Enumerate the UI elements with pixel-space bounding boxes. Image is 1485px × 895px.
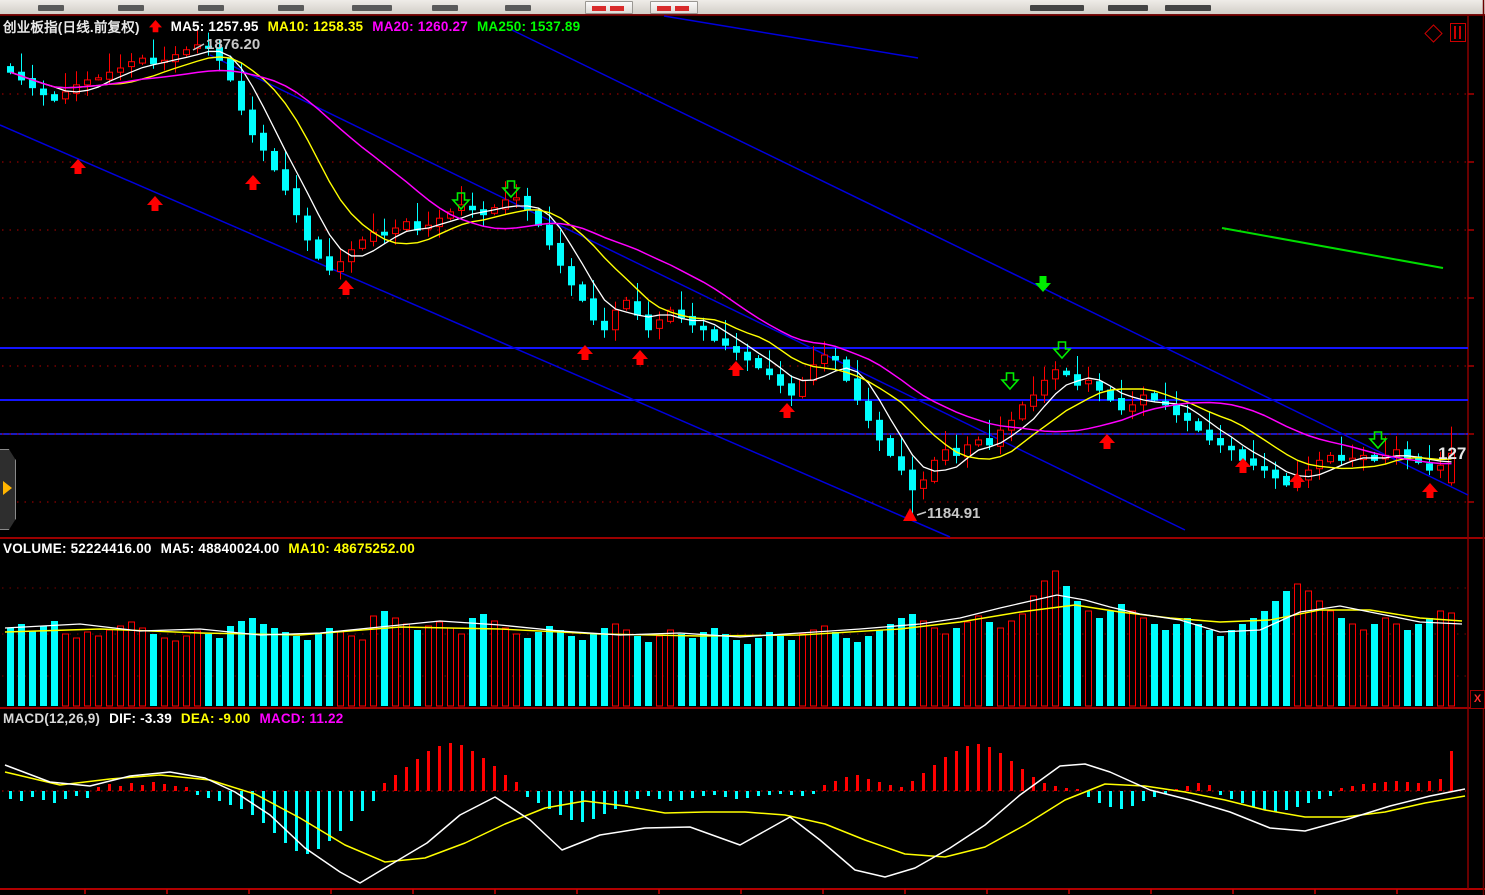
expand-arrow-icon [3,481,12,495]
chart-title: 创业板指(日线.前复权) [3,16,140,36]
macd-legend: MACD(12,26,9) DIF: -3.39 DEA: -9.00 MACD: 1… [3,711,352,726]
volume-header: VOLUME: 52224416.00 MA5: 48840024.00 MA10:… [3,541,424,556]
buy-signal-arrow [779,403,795,418]
trading-app-window: { "main_chart": { "title": "创业板指(日线.前复权)… [0,0,1485,895]
buy-signal-arrow [1235,458,1251,473]
sell-signal-arrow [1054,342,1070,358]
legend-item: MA10: 48675252.00 [288,541,415,556]
legend-item: MA5: 48840024.00 [161,541,280,556]
last-price-label: 127 [1438,444,1469,464]
legend-item: MACD(12,26,9) [3,711,100,726]
buy-signal-arrow [147,196,163,211]
ma-legend: MA5: 1257.95 MA10: 1258.35 MA20: 1260.27 MA… [171,19,590,34]
sidebar-expand-handle[interactable] [0,449,16,530]
legend-item: MACD: 11.22 [259,711,343,726]
buy-signal-arrow [1422,483,1438,498]
buy-signal-arrow [245,175,261,190]
sell-signal-arrow [1035,276,1051,292]
buy-signal-arrow [632,350,648,365]
legend-item: MA20: 1260.27 [372,19,468,34]
legend-item: MA250: 1537.89 [477,19,580,34]
window-layout-icon[interactable] [1450,23,1466,42]
close-icon[interactable]: X [1470,690,1485,709]
buy-signal-arrow [1099,434,1115,449]
buy-signal-arrow [338,280,354,295]
chart-canvas[interactable] [0,0,1485,895]
macd-header: MACD(12,26,9) DIF: -3.39 DEA: -9.00 MACD: 1… [3,711,352,726]
legend-item: DEA: -9.00 [181,711,251,726]
legend-item: MA5: 1257.95 [171,19,259,34]
sell-signal-arrow [1002,373,1018,389]
low-price-label: 1184.91 [927,505,980,522]
legend-item: MA10: 1258.35 [268,19,364,34]
up-arrow-icon [149,20,162,33]
legend-item: VOLUME: 52224416.00 [3,541,152,556]
volume-legend: VOLUME: 52224416.00 MA5: 48840024.00 MA10:… [3,541,424,556]
kline-header: 创业板指(日线.前复权) MA5: 1257.95MA10: 1258.35MA… [3,16,589,36]
buy-signal-arrow [1289,473,1305,488]
buy-signal-arrow [728,361,744,376]
legend-item: DIF: -3.39 [109,711,172,726]
peak-price-label: 1876.20 [206,36,260,53]
